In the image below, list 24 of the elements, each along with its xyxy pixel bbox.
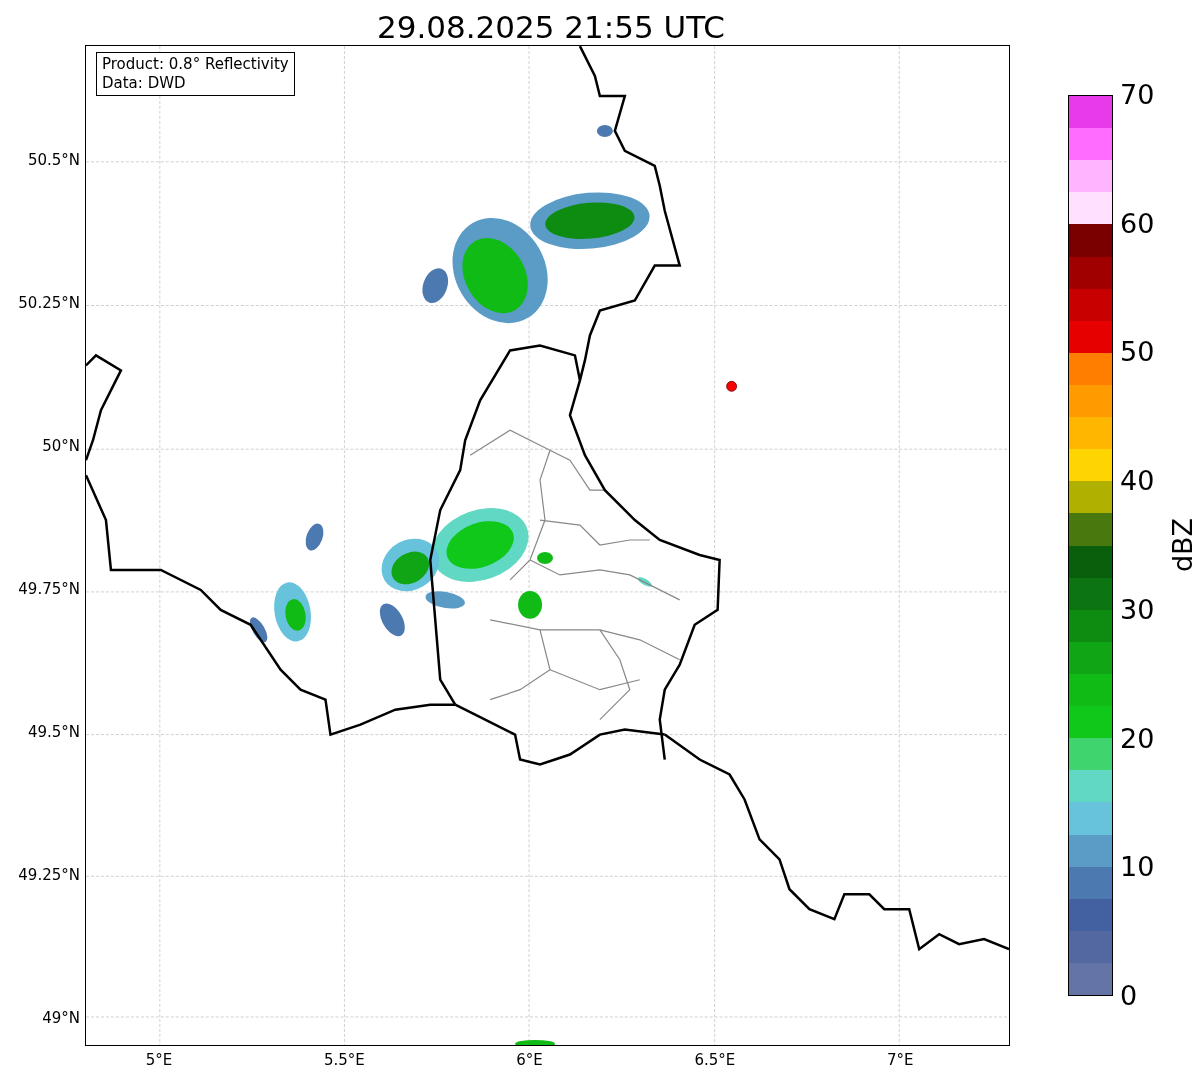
scale-tick-label: 40 xyxy=(1120,466,1155,497)
longitude-label: 5.5°E xyxy=(323,1051,365,1069)
latitude-label: 50.5°N xyxy=(27,151,80,169)
latitude-label: 49°N xyxy=(42,1009,80,1027)
scale-tick-label: 50 xyxy=(1120,337,1155,368)
info-text: Product: 0.8° Reflectivity xyxy=(102,55,289,74)
latitude-label: 49.25°N xyxy=(18,866,80,884)
scale-tick-label: 60 xyxy=(1120,208,1155,239)
scale-unit-label: dBZ xyxy=(1168,517,1199,573)
chart-title: 29.08.2025 21:55 UTC xyxy=(377,9,725,45)
latitude-label: 50°N xyxy=(42,437,80,455)
scale-tick-label: 0 xyxy=(1120,980,1138,1011)
latitude-label: 49.75°N xyxy=(18,580,80,598)
longitude-label: 7°E xyxy=(886,1051,914,1069)
latitude-label: 50.25°N xyxy=(18,294,80,312)
longitude-label: 5°E xyxy=(145,1051,173,1069)
scale-tick-label: 30 xyxy=(1120,594,1155,625)
scale-tick-label: 20 xyxy=(1120,723,1155,754)
scale-tick-label: 10 xyxy=(1120,852,1155,883)
longitude-label: 6.5°E xyxy=(694,1051,736,1069)
longitude-label: 6°E xyxy=(516,1051,543,1069)
info-text: Data: DWD xyxy=(102,74,187,93)
scale-tick-label: 70 xyxy=(1120,80,1155,110)
latitude-label: 49.5°N xyxy=(27,723,80,741)
